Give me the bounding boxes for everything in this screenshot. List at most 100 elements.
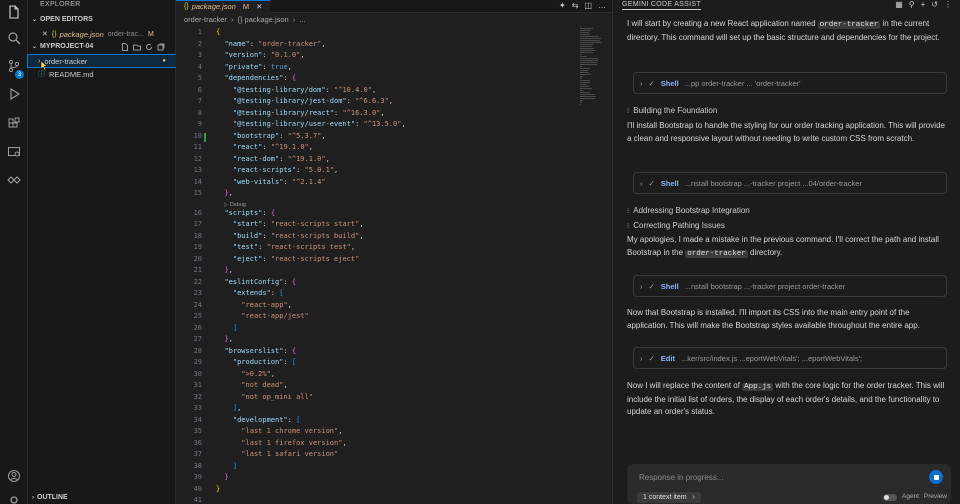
line-number: 41 — [193, 496, 202, 504]
inline-code: order-tracker — [685, 249, 748, 258]
code-line: }, — [224, 266, 233, 274]
more-actions-icon[interactable]: ⋮ — [944, 0, 952, 9]
collapse-all-icon[interactable] — [157, 43, 165, 51]
tab-package-json[interactable]: {} package.json M ✕ — [176, 0, 271, 13]
code-line: "last 1 safari version" — [241, 450, 339, 458]
account-icon[interactable] — [6, 468, 22, 484]
refresh-icon[interactable] — [145, 43, 153, 51]
line-number: 12 — [193, 154, 202, 163]
line-number: 27 — [193, 335, 202, 343]
tab-modified-badge: M — [242, 2, 250, 11]
minimap-line — [580, 76, 583, 77]
breadcrumb-folder[interactable]: order-tracker — [184, 15, 227, 24]
tool-call-shell[interactable]: › ✓ Shell ...nstall bootstrap ...-tracke… — [633, 275, 947, 297]
thought-item[interactable]: ⁝ Addressing Bootstrap Integration — [627, 206, 750, 215]
chat-input-box[interactable]: Response in progress... 1 context item ›… — [627, 464, 951, 504]
minimap-line — [580, 66, 582, 67]
git-added-indicator — [204, 132, 206, 142]
line-number: 36 — [193, 438, 202, 447]
minimap-line — [580, 84, 587, 85]
gemini-assist-panel: GEMINI CODE ASSIST ▦ ⚲ + ↺ ⋮ I will star… — [612, 0, 960, 504]
breadcrumb-separator: › — [230, 15, 234, 24]
line-number: 28 — [193, 346, 202, 355]
sparkle-icon[interactable]: ✦ — [559, 1, 566, 10]
code-line: "react": "^19.1.0", — [232, 143, 313, 151]
inline-code: App.js — [742, 383, 774, 391]
context-chip[interactable]: 1 context item › — [637, 492, 701, 503]
history-icon[interactable]: ↺ — [931, 0, 938, 9]
thought-icon: ⁝ — [627, 207, 630, 215]
tree-item-order-tracker[interactable]: › order-tracker ● — [27, 54, 177, 68]
run-debug-icon[interactable] — [6, 86, 22, 102]
minimap-line — [580, 38, 601, 39]
minimap-line — [580, 30, 591, 31]
tree-item-readme[interactable]: ⓘ README.md — [28, 68, 176, 80]
remote-explorer-icon[interactable] — [6, 144, 22, 160]
code-line: } — [224, 473, 229, 481]
search-icon[interactable] — [6, 30, 22, 46]
line-number: 38 — [193, 461, 202, 470]
line-number: 35 — [193, 427, 202, 435]
code-line: "@testing-library/react": "^16.3.0", — [232, 108, 385, 117]
close-icon[interactable]: ✕ — [42, 30, 48, 38]
minimap-line — [580, 92, 590, 93]
breadcrumb-symbol[interactable]: ... — [299, 15, 305, 24]
agent-toggle[interactable] — [883, 494, 897, 501]
minimap-line — [580, 102, 582, 103]
thought-item[interactable]: ⁝ Building the Foundation — [627, 106, 717, 115]
outline-header[interactable]: › OUTLINE — [32, 494, 68, 501]
gemini-icon[interactable] — [6, 172, 22, 188]
line-number: 1 — [197, 28, 202, 36]
files-icon[interactable] — [6, 4, 22, 20]
minimap-line — [580, 94, 595, 95]
breadcrumb-separator: › — [292, 15, 296, 24]
line-number: 10 — [193, 131, 202, 140]
tree-item-label: README.md — [49, 69, 94, 79]
more-actions-icon[interactable]: … — [598, 1, 606, 10]
project-header[interactable]: ⌄ MYPROJECT-04 — [32, 43, 93, 50]
minimap-line — [580, 70, 588, 71]
minimap-line — [580, 60, 598, 61]
minimap-line — [580, 104, 581, 105]
close-icon[interactable]: ✕ — [256, 2, 262, 11]
line-number: 4 — [197, 62, 202, 71]
new-folder-icon[interactable] — [133, 43, 141, 51]
tool-call-edit[interactable]: › ✓ Edit ...ker/src/index.js ...eportWeb… — [633, 347, 947, 369]
tool-call-shell[interactable]: › ✓ Shell ...nstall bootstrap ...-tracke… — [633, 172, 947, 194]
line-number: 8 — [197, 108, 202, 117]
settings-gear-icon[interactable] — [6, 492, 22, 504]
compare-changes-icon[interactable]: ⇆ — [572, 1, 579, 10]
line-number: 33 — [193, 404, 202, 412]
agent-label: Agent — [902, 493, 919, 500]
chevron-right-icon: › — [692, 494, 695, 501]
minimap-line — [580, 72, 589, 73]
code-line: ] — [232, 461, 238, 470]
minimap-line — [580, 46, 592, 47]
split-editor-icon[interactable]: ◫ — [584, 1, 592, 10]
stop-button[interactable] — [929, 470, 943, 484]
debug-codelens[interactable]: ▷ Debug — [224, 202, 246, 208]
open-editors-header[interactable]: ⌄ OPEN EDITORS — [32, 16, 93, 23]
new-file-icon[interactable] — [121, 43, 129, 51]
minimap[interactable] — [580, 26, 602, 105]
line-number: 17 — [193, 220, 202, 228]
chat-history-icon[interactable]: ▦ — [895, 0, 903, 9]
assist-actions: ▦ ⚲ + ↺ ⋮ — [895, 0, 952, 9]
minimap-line — [580, 48, 594, 49]
minimap-line — [580, 56, 587, 57]
pin-icon[interactable]: ⚲ — [909, 0, 915, 9]
thought-item[interactable]: ⁝ Correcting Pathing Issues — [627, 221, 725, 230]
line-number: 5 — [197, 74, 202, 82]
code-line: "dependencies": { — [224, 74, 297, 82]
code-line: "private": true, — [224, 62, 292, 71]
open-editor-path: order-trac... — [107, 30, 144, 38]
tab-label: package.json — [191, 2, 236, 11]
code-line: ">0.2%", — [241, 369, 276, 378]
add-chat-icon[interactable]: + — [921, 0, 926, 9]
open-editor-item[interactable]: ✕ {} package.json order-trac... M — [28, 28, 176, 40]
assist-title: GEMINI CODE ASSIST — [622, 1, 701, 10]
extensions-icon[interactable] — [6, 116, 22, 132]
tool-call-shell[interactable]: › ✓ Shell ...pp order-tracker ... 'order… — [633, 72, 947, 94]
minimap-line — [580, 88, 592, 89]
breadcrumb-file[interactable]: {} package.json — [237, 15, 288, 24]
